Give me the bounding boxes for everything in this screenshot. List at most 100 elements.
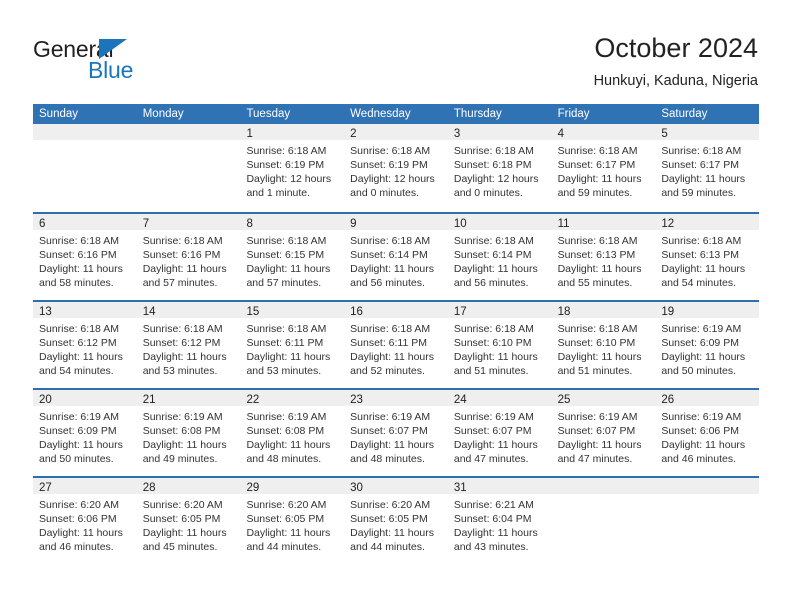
day-cell[interactable]: 5 Sunrise: 6:18 AM Sunset: 6:17 PM Dayli… bbox=[655, 124, 760, 212]
daylight-text: Daylight: 11 hours and 51 minutes. bbox=[557, 351, 642, 377]
day-details: Sunrise: 6:18 AM Sunset: 6:14 PM Dayligh… bbox=[344, 230, 448, 290]
daylight-text: Daylight: 11 hours and 55 minutes. bbox=[557, 263, 642, 289]
sunset-text: Sunset: 6:11 PM bbox=[246, 337, 324, 349]
day-number: 14 bbox=[142, 306, 156, 318]
day-number: 5 bbox=[661, 128, 668, 140]
sunrise-text: Sunrise: 6:18 AM bbox=[453, 145, 534, 157]
day-number-band: 30 bbox=[344, 478, 448, 494]
day-number: 6 bbox=[39, 218, 46, 230]
day-number: 29 bbox=[246, 482, 260, 494]
sunset-text: Sunset: 6:12 PM bbox=[142, 337, 221, 349]
day-details: Sunrise: 6:19 AM Sunset: 6:09 PM Dayligh… bbox=[655, 318, 759, 378]
day-cell[interactable]: 30 Sunrise: 6:20 AM Sunset: 6:05 PM Dayl… bbox=[344, 478, 448, 564]
day-number-band: 3 bbox=[447, 124, 552, 140]
day-number-band: 25 bbox=[551, 390, 656, 406]
day-number: 7 bbox=[142, 218, 150, 230]
day-cell[interactable]: 1 Sunrise: 6:18 AM Sunset: 6:19 PM Dayli… bbox=[240, 124, 345, 212]
day-cell[interactable]: 6 Sunrise: 6:18 AM Sunset: 6:16 PM Dayli… bbox=[33, 214, 137, 300]
day-number: 17 bbox=[453, 306, 467, 318]
day-details: Sunrise: 6:18 AM Sunset: 6:10 PM Dayligh… bbox=[552, 318, 656, 378]
sunset-text: Sunset: 6:06 PM bbox=[39, 513, 117, 525]
day-cell[interactable]: 31 Sunrise: 6:21 AM Sunset: 6:04 PM Dayl… bbox=[447, 478, 552, 564]
sunrise-text: Sunrise: 6:19 AM bbox=[557, 411, 638, 423]
day-cell[interactable]: 16 Sunrise: 6:18 AM Sunset: 6:11 PM Dayl… bbox=[344, 302, 448, 388]
sunrise-text: Sunrise: 6:18 AM bbox=[453, 235, 534, 247]
sunset-text: Sunset: 6:12 PM bbox=[39, 337, 117, 349]
day-cell[interactable]: 21 Sunrise: 6:19 AM Sunset: 6:08 PM Dayl… bbox=[136, 390, 241, 476]
day-cell[interactable]: 18 Sunrise: 6:18 AM Sunset: 6:10 PM Dayl… bbox=[551, 302, 656, 388]
day-cell[interactable]: 28 Sunrise: 6:20 AM Sunset: 6:05 PM Dayl… bbox=[136, 478, 241, 564]
day-cell[interactable]: 24 Sunrise: 6:19 AM Sunset: 6:07 PM Dayl… bbox=[447, 390, 552, 476]
day-cell[interactable]: 9 Sunrise: 6:18 AM Sunset: 6:14 PM Dayli… bbox=[344, 214, 448, 300]
day-cell[interactable]: 8 Sunrise: 6:18 AM Sunset: 6:15 PM Dayli… bbox=[240, 214, 345, 300]
day-number-band: 29 bbox=[240, 478, 345, 494]
day-number: 9 bbox=[350, 218, 357, 230]
day-number: 30 bbox=[350, 482, 363, 494]
day-number-band: 16 bbox=[344, 302, 448, 318]
day-cell[interactable]: 20 Sunrise: 6:19 AM Sunset: 6:09 PM Dayl… bbox=[33, 390, 137, 476]
day-cell[interactable]: 17 Sunrise: 6:18 AM Sunset: 6:10 PM Dayl… bbox=[447, 302, 552, 388]
day-number: 4 bbox=[557, 128, 564, 140]
sunset-text: Sunset: 6:15 PM bbox=[246, 249, 325, 261]
day-number-band bbox=[551, 478, 656, 494]
weekday-header-tuesday: Tuesday bbox=[246, 108, 291, 120]
day-cell[interactable]: 12 Sunrise: 6:18 AM Sunset: 6:13 PM Dayl… bbox=[655, 214, 760, 300]
sunset-text: Sunset: 6:09 PM bbox=[39, 425, 117, 437]
day-details: Sunrise: 6:18 AM Sunset: 6:15 PM Dayligh… bbox=[240, 230, 344, 290]
day-cell[interactable] bbox=[551, 478, 656, 564]
daylight-text: Daylight: 12 hours and 0 minutes. bbox=[350, 173, 435, 199]
sunset-text: Sunset: 6:09 PM bbox=[661, 337, 739, 349]
page-header: General Blue October 2024 Hunkuyi, Kadun… bbox=[0, 0, 792, 100]
day-number: 10 bbox=[453, 218, 467, 230]
sunset-text: Sunset: 6:13 PM bbox=[661, 249, 739, 261]
day-cell[interactable]: 23 Sunrise: 6:19 AM Sunset: 6:07 PM Dayl… bbox=[344, 390, 448, 476]
daylight-text: Daylight: 11 hours and 46 minutes. bbox=[39, 527, 123, 553]
day-number: 3 bbox=[453, 128, 461, 140]
day-number: 19 bbox=[661, 306, 675, 318]
general-blue-logo[interactable]: General Blue bbox=[33, 36, 223, 88]
day-number: 1 bbox=[246, 128, 253, 140]
day-cell[interactable]: 25 Sunrise: 6:19 AM Sunset: 6:07 PM Dayl… bbox=[551, 390, 656, 476]
day-number-band: 18 bbox=[551, 302, 656, 318]
sunrise-text: Sunrise: 6:20 AM bbox=[350, 499, 431, 511]
day-number: 23 bbox=[350, 394, 363, 406]
day-cell[interactable]: 29 Sunrise: 6:20 AM Sunset: 6:05 PM Dayl… bbox=[240, 478, 345, 564]
day-number-band: 22 bbox=[240, 390, 345, 406]
day-details: Sunrise: 6:18 AM Sunset: 6:19 PM Dayligh… bbox=[240, 140, 344, 200]
day-cell[interactable] bbox=[33, 124, 137, 212]
day-cell[interactable]: 4 Sunrise: 6:18 AM Sunset: 6:17 PM Dayli… bbox=[551, 124, 656, 212]
sunset-text: Sunset: 6:08 PM bbox=[246, 425, 325, 437]
week-row: 6 Sunrise: 6:18 AM Sunset: 6:16 PM Dayli… bbox=[33, 212, 760, 300]
location-subtitle: Hunkuyi, Kaduna, Nigeria bbox=[593, 73, 758, 89]
day-details: Sunrise: 6:18 AM Sunset: 6:16 PM Dayligh… bbox=[33, 230, 137, 290]
day-cell[interactable]: 13 Sunrise: 6:18 AM Sunset: 6:12 PM Dayl… bbox=[33, 302, 137, 388]
day-cell[interactable]: 14 Sunrise: 6:18 AM Sunset: 6:12 PM Dayl… bbox=[136, 302, 241, 388]
day-cell[interactable]: 19 Sunrise: 6:19 AM Sunset: 6:09 PM Dayl… bbox=[655, 302, 760, 388]
daylight-text: Daylight: 11 hours and 47 minutes. bbox=[557, 439, 642, 465]
day-number-band: 12 bbox=[655, 214, 760, 230]
sunrise-text: Sunrise: 6:18 AM bbox=[661, 235, 742, 247]
sunrise-text: Sunrise: 6:20 AM bbox=[246, 499, 327, 511]
day-cell[interactable]: 15 Sunrise: 6:18 AM Sunset: 6:11 PM Dayl… bbox=[240, 302, 345, 388]
day-details: Sunrise: 6:19 AM Sunset: 6:09 PM Dayligh… bbox=[33, 406, 137, 466]
day-cell[interactable]: 26 Sunrise: 6:19 AM Sunset: 6:06 PM Dayl… bbox=[655, 390, 760, 476]
day-cell[interactable]: 27 Sunrise: 6:20 AM Sunset: 6:06 PM Dayl… bbox=[33, 478, 137, 564]
daylight-text: Daylight: 11 hours and 58 minutes. bbox=[39, 263, 123, 289]
daylight-text: Daylight: 11 hours and 56 minutes. bbox=[350, 263, 435, 289]
day-cell[interactable]: 11 Sunrise: 6:18 AM Sunset: 6:13 PM Dayl… bbox=[551, 214, 656, 300]
day-number: 27 bbox=[39, 482, 52, 494]
day-cell[interactable]: 3 Sunrise: 6:18 AM Sunset: 6:18 PM Dayli… bbox=[447, 124, 552, 212]
sunset-text: Sunset: 6:13 PM bbox=[557, 249, 636, 261]
day-cell[interactable]: 2 Sunrise: 6:18 AM Sunset: 6:19 PM Dayli… bbox=[344, 124, 448, 212]
day-number-band: 4 bbox=[551, 124, 656, 140]
day-cell[interactable]: 22 Sunrise: 6:19 AM Sunset: 6:08 PM Dayl… bbox=[240, 390, 345, 476]
day-number-band: 10 bbox=[447, 214, 552, 230]
day-number: 13 bbox=[39, 306, 52, 318]
sunrise-text: Sunrise: 6:19 AM bbox=[453, 411, 534, 423]
day-cell[interactable]: 7 Sunrise: 6:18 AM Sunset: 6:16 PM Dayli… bbox=[136, 214, 241, 300]
day-details: Sunrise: 6:18 AM Sunset: 6:18 PM Dayligh… bbox=[448, 140, 552, 200]
day-cell[interactable] bbox=[136, 124, 241, 212]
day-cell[interactable]: 10 Sunrise: 6:18 AM Sunset: 6:14 PM Dayl… bbox=[447, 214, 552, 300]
daylight-text: Daylight: 11 hours and 54 minutes. bbox=[39, 351, 123, 377]
day-cell[interactable] bbox=[655, 478, 760, 564]
